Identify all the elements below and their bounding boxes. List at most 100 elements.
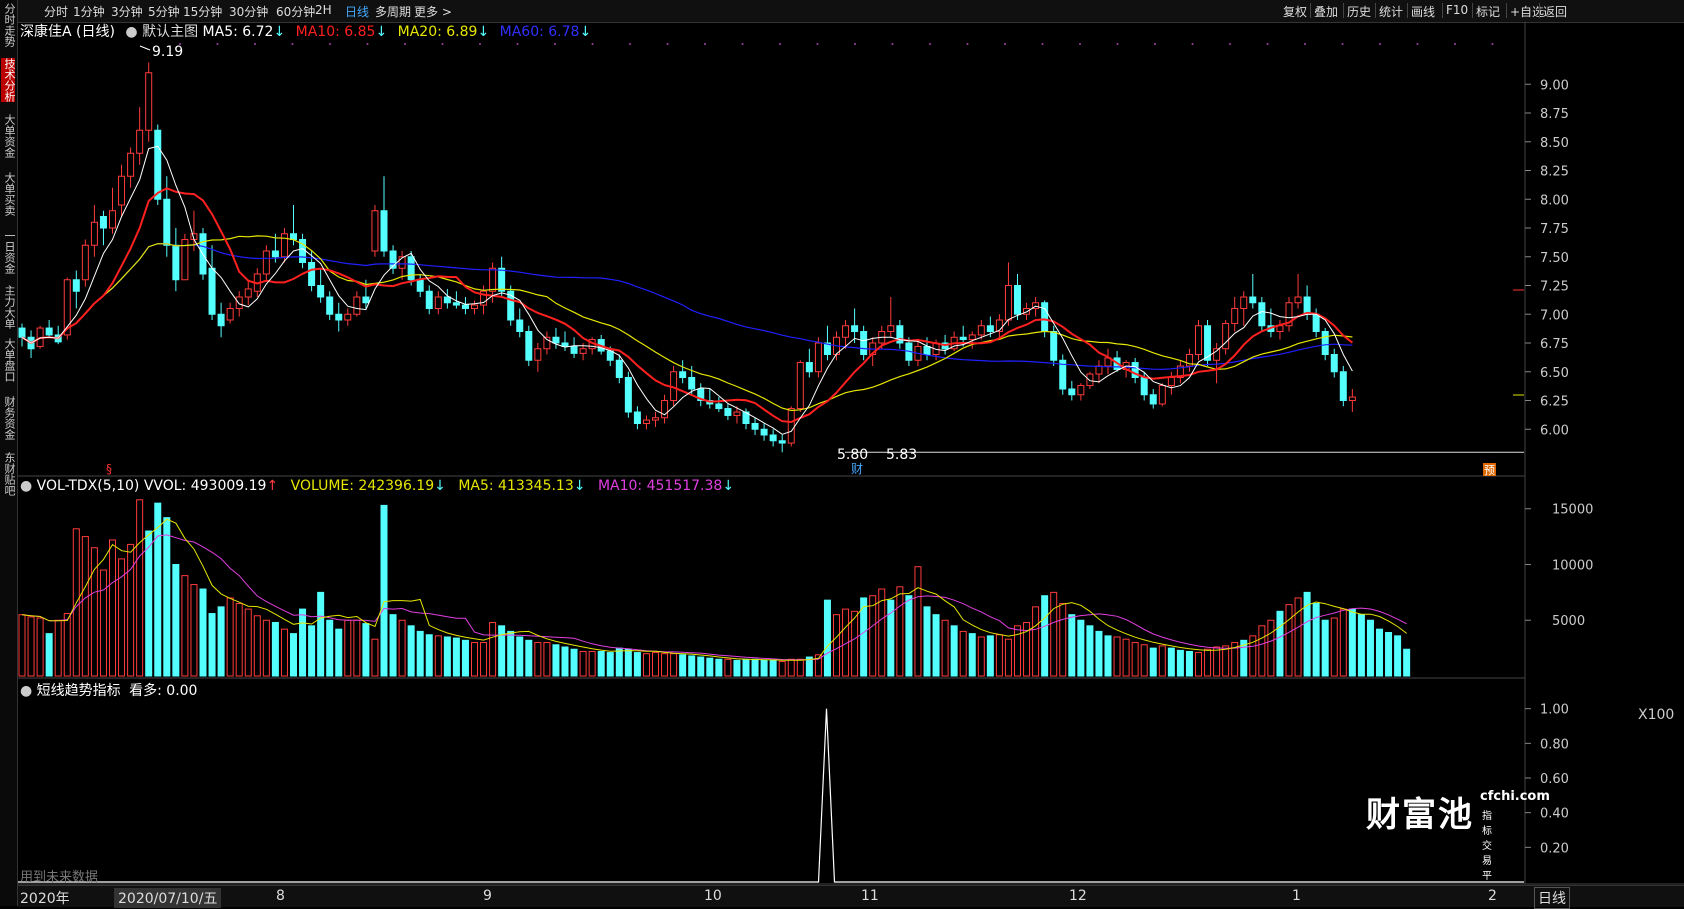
- volume-bar: [389, 614, 397, 677]
- event-dot: [1191, 43, 1194, 45]
- volume-bar: [1077, 619, 1085, 677]
- indicator-menu-icon[interactable]: ●: [20, 683, 32, 699]
- vol-ma10-arrow-icon: ↓: [722, 478, 735, 494]
- candle-body: [1231, 308, 1239, 324]
- candle-body: [461, 304, 469, 309]
- candle-body: [1339, 371, 1347, 401]
- candle-body: [923, 345, 931, 356]
- candle-body: [1158, 385, 1166, 405]
- volume-bar: [941, 619, 949, 677]
- price-tick-label: 9.00: [1540, 78, 1569, 93]
- volume-bar: [398, 619, 406, 677]
- event-dot: [479, 43, 481, 45]
- chart-canvas[interactable]: 9.00 8.75 8.50 8.25 8.00 7.75 7.50 7.25 7.00 6.75…: [0, 0, 1684, 906]
- volume-bar: [724, 658, 732, 677]
- candle-body: [724, 408, 732, 416]
- x-label-month-8: 8: [276, 888, 285, 904]
- volume-bar: [1204, 648, 1212, 677]
- indicator-tick-label: 0.20: [1540, 841, 1569, 856]
- high-price-label: 9.19: [152, 44, 183, 60]
- stock-name[interactable]: 深康佳A (日线): [20, 24, 115, 40]
- logo-site: cfchi.com: [1480, 789, 1550, 804]
- candle-body: [552, 336, 560, 344]
- candle-body: [136, 129, 144, 154]
- volume-bar: [1185, 650, 1193, 677]
- logo-tagline: 指标交易平台: [1482, 811, 1492, 897]
- indicator-tick-label: 0.80: [1540, 737, 1569, 752]
- volume-bar: [407, 625, 415, 677]
- volume-bar: [932, 614, 940, 677]
- volume-bar: [1385, 632, 1393, 677]
- event-dot: [1341, 43, 1344, 45]
- low-price-label-b: 5.83: [886, 447, 917, 463]
- volume-bar: [353, 619, 361, 677]
- volume-bar: [1059, 603, 1067, 677]
- vol-menu-icon[interactable]: ●: [20, 478, 32, 494]
- volume-bar: [326, 619, 334, 677]
- candle-body: [371, 210, 379, 252]
- event-dot: [1491, 43, 1494, 45]
- candle-body: [308, 262, 316, 286]
- volume-bar: [81, 536, 89, 677]
- volume-bar: [633, 652, 641, 677]
- volume-bar: [244, 608, 252, 677]
- volume-bar: [208, 613, 216, 677]
- volume-bar: [1195, 652, 1202, 677]
- volume-bar: [63, 613, 71, 677]
- volume-bar: [552, 644, 560, 677]
- event-dot: [891, 43, 894, 45]
- candle-body: [1149, 394, 1157, 405]
- event-dot: [1154, 43, 1156, 45]
- candle-body: [1095, 365, 1103, 375]
- vvol-arrow-icon: ↑: [266, 478, 279, 494]
- candle-body: [1068, 388, 1076, 396]
- event-dot: [291, 43, 294, 45]
- event-dot: [1041, 43, 1044, 45]
- volume-chart-header: ● VOL-TDX(5,10) VVOL: 493009.19↑ VOLUME:…: [20, 478, 734, 494]
- candle-body: [471, 304, 478, 309]
- volume-bar: [1176, 649, 1184, 677]
- volume-bar: [489, 621, 497, 677]
- volume-bar: [1258, 625, 1266, 677]
- event-dot: [404, 43, 406, 45]
- event-dot: [1004, 43, 1006, 45]
- event-dot: [966, 43, 969, 45]
- vol-indicator-name[interactable]: VOL-TDX(5,10): [37, 478, 140, 494]
- x-label-month-2: 2: [1488, 888, 1497, 904]
- volume-bar: [480, 642, 488, 677]
- volume-bar: [217, 606, 225, 677]
- ma5-label: MA5: 6.72: [202, 24, 274, 40]
- template-label[interactable]: 默认主图: [142, 24, 198, 40]
- volume-bar: [561, 646, 569, 677]
- candle-body: [271, 250, 279, 258]
- volume-bar: [271, 621, 279, 677]
- volume-bar: [986, 635, 994, 677]
- candle-body: [887, 325, 895, 332]
- volume-bar: [534, 642, 542, 677]
- candle-body: [715, 403, 723, 410]
- volume-bar: [896, 586, 904, 677]
- price-tick-label: 6.50: [1540, 366, 1569, 381]
- volume-bar: [344, 619, 352, 677]
- candle-body: [81, 244, 89, 281]
- volume-bar: [299, 608, 307, 677]
- candle-body: [606, 350, 614, 361]
- price-tick-label: 6.75: [1540, 337, 1569, 352]
- candle-body: [326, 296, 334, 315]
- candle-body: [244, 288, 252, 298]
- candle-body: [525, 331, 533, 361]
- candle-body: [498, 267, 506, 292]
- template-circle-icon: ●: [125, 24, 138, 40]
- volume-bar: [1403, 648, 1411, 677]
- volume-bar: [833, 614, 840, 677]
- candle-body: [145, 72, 153, 131]
- volume-bar: [697, 656, 705, 677]
- event-dot: [816, 43, 819, 45]
- volume-bar: [416, 630, 424, 677]
- volume-bar: [923, 606, 931, 677]
- indicator-name[interactable]: 短线趋势指标: [37, 683, 121, 699]
- volume-bar: [425, 634, 433, 677]
- volume-bar: [181, 575, 189, 677]
- candle-body: [262, 250, 270, 275]
- x-label-month-9: 9: [483, 888, 492, 904]
